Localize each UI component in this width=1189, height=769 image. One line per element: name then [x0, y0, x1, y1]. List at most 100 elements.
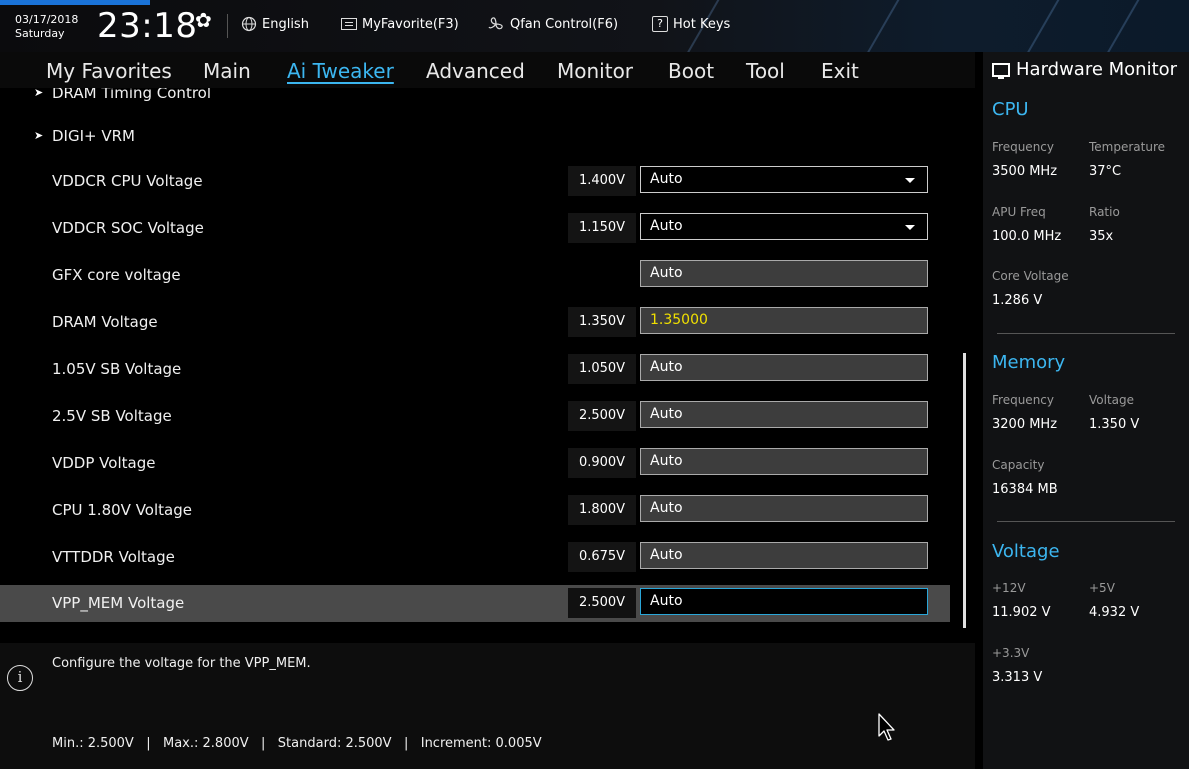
- sb-2-5v-input[interactable]: Auto: [640, 401, 928, 428]
- setting-label: VPP_MEM Voltage: [52, 594, 185, 612]
- core-voltage-label: Core Voltage: [992, 269, 1069, 283]
- vddcr-cpu-dropdown[interactable]: Auto: [640, 166, 928, 193]
- v5-label: +5V: [1089, 581, 1115, 595]
- tab-exit[interactable]: Exit: [821, 59, 859, 83]
- memory-voltage-value: 1.350 V: [1089, 417, 1140, 432]
- ratio-value: 35x: [1089, 229, 1114, 244]
- myfavorite-button[interactable]: MyFavorite(F3): [341, 15, 459, 33]
- toolbar-divider: [227, 14, 228, 38]
- section-divider: [997, 333, 1175, 334]
- cpu-frequency-value: 3500 MHz: [992, 164, 1058, 179]
- submenu-arrow-icon: ➤: [34, 88, 44, 99]
- globe-icon: [241, 16, 257, 32]
- vttddr-input[interactable]: Auto: [640, 542, 928, 569]
- decor-streak: [1100, 0, 1142, 52]
- gfx-core-input[interactable]: Auto: [640, 260, 928, 287]
- tab-boot[interactable]: Boot: [668, 59, 714, 83]
- question-icon: ?: [652, 16, 668, 32]
- hardware-monitor-title: Hardware Monitor: [992, 59, 1177, 80]
- setting-row-vpp-mem[interactable]: VPP_MEM Voltage 2.500V Auto: [0, 585, 950, 622]
- main-nav: My Favorites Main Ai Tweaker Advanced Mo…: [0, 52, 975, 88]
- tab-main[interactable]: Main: [203, 59, 251, 83]
- hardware-monitor-panel: Hardware Monitor CPU Frequency Temperatu…: [983, 52, 1189, 769]
- cpu-heading: CPU: [992, 99, 1029, 120]
- setting-row-vddp[interactable]: VDDP Voltage 0.900V Auto: [0, 445, 950, 482]
- submenu-dram-timing-control[interactable]: ➤ DRAM Timing Control: [0, 88, 950, 112]
- cpu-1-80v-input[interactable]: Auto: [640, 495, 928, 522]
- decor-streak: [1020, 0, 1062, 52]
- scrollbar[interactable]: [963, 353, 966, 628]
- weekday-text: Saturday: [15, 27, 65, 40]
- tab-ai-tweaker[interactable]: Ai Tweaker: [287, 59, 394, 83]
- memory-voltage-label: Voltage: [1089, 393, 1135, 407]
- qfan-control-button[interactable]: Qfan Control(F6): [487, 15, 618, 33]
- setting-label: VTTDDR Voltage: [52, 548, 175, 566]
- cpu-temperature-value: 37°C: [1089, 164, 1122, 179]
- sb-1-05v-input[interactable]: Auto: [640, 354, 928, 381]
- current-voltage: 1.150V: [568, 213, 636, 243]
- memory-capacity-label: Capacity: [992, 458, 1045, 472]
- voltage-specs: Min.: 2.500V | Max.: 2.800V | Standard: …: [52, 736, 542, 751]
- vddp-input[interactable]: Auto: [640, 448, 928, 475]
- setting-row-vddcr-cpu[interactable]: VDDCR CPU Voltage 1.400V Auto: [0, 163, 950, 200]
- submenu-digi-vrm[interactable]: ➤ DIGI+ VRM: [0, 118, 950, 155]
- v5-value: 4.932 V: [1089, 605, 1140, 620]
- setting-label: DIGI+ VRM: [52, 127, 135, 145]
- vpp-mem-input[interactable]: Auto: [640, 588, 928, 615]
- current-voltage: 0.675V: [568, 542, 636, 572]
- hotkeys-button[interactable]: ? Hot Keys: [652, 15, 730, 33]
- top-bar: 03/17/2018 Saturday 23:18 ✿ English MyFa…: [0, 0, 1189, 52]
- setting-label: DRAM Timing Control: [52, 88, 212, 102]
- setting-row-dram-voltage[interactable]: DRAM Voltage 1.350V 1.35000: [0, 304, 950, 341]
- date-block: 03/17/2018 Saturday: [15, 13, 78, 41]
- tab-advanced[interactable]: Advanced: [426, 59, 525, 83]
- list-icon: [341, 18, 357, 30]
- setting-row-gfx-core[interactable]: GFX core voltage Auto: [0, 257, 950, 294]
- ratio-label: Ratio: [1089, 205, 1120, 219]
- voltage-heading: Voltage: [992, 541, 1060, 562]
- setting-label: 1.05V SB Voltage: [52, 360, 182, 378]
- v33-label: +3.3V: [992, 646, 1030, 660]
- cpu-frequency-label: Frequency: [992, 140, 1054, 154]
- setting-label: VDDCR CPU Voltage: [52, 172, 203, 190]
- current-voltage: 1.400V: [568, 166, 636, 196]
- setting-label: VDDP Voltage: [52, 454, 156, 472]
- gear-icon[interactable]: ✿: [195, 8, 212, 32]
- current-voltage: 2.500V: [568, 401, 636, 431]
- vddcr-soc-dropdown[interactable]: Auto: [640, 213, 928, 240]
- core-voltage-value: 1.286 V: [992, 293, 1043, 308]
- accent-strip: [0, 0, 150, 5]
- v33-value: 3.313 V: [992, 670, 1043, 685]
- tab-my-favorites[interactable]: My Favorites: [46, 59, 172, 83]
- tab-tool[interactable]: Tool: [746, 59, 785, 83]
- decor-streak: [860, 0, 902, 52]
- setting-row-1-05v-sb[interactable]: 1.05V SB Voltage 1.050V Auto: [0, 351, 950, 388]
- setting-label: GFX core voltage: [52, 266, 181, 284]
- submenu-arrow-icon: ➤: [34, 129, 44, 142]
- setting-row-vttddr[interactable]: VTTDDR Voltage 0.675V Auto: [0, 539, 950, 576]
- memory-frequency-label: Frequency: [992, 393, 1054, 407]
- current-voltage: 1.350V: [568, 307, 636, 337]
- help-panel: i Configure the voltage for the VPP_MEM.…: [0, 643, 975, 769]
- apu-freq-value: 100.0 MHz: [992, 229, 1062, 244]
- setting-row-cpu-1-80v[interactable]: CPU 1.80V Voltage 1.800V Auto: [0, 492, 950, 529]
- v12-label: +12V: [992, 581, 1026, 595]
- section-divider: [997, 521, 1175, 522]
- info-icon: i: [7, 665, 33, 691]
- cpu-temperature-label: Temperature: [1089, 140, 1166, 154]
- language-label: English: [262, 16, 309, 32]
- qfan-label: Qfan Control(F6): [510, 16, 619, 32]
- mouse-cursor-icon: [878, 713, 895, 741]
- setting-label: VDDCR SOC Voltage: [52, 219, 204, 237]
- hardware-monitor-label: Hardware Monitor: [1016, 59, 1178, 80]
- setting-row-vddcr-soc[interactable]: VDDCR SOC Voltage 1.150V Auto: [0, 210, 950, 247]
- dram-voltage-input[interactable]: 1.35000: [640, 307, 928, 334]
- tab-monitor[interactable]: Monitor: [557, 59, 633, 83]
- current-voltage: 2.500V: [568, 588, 636, 618]
- myfavorite-label: MyFavorite(F3): [362, 16, 459, 32]
- setting-label: DRAM Voltage: [52, 313, 158, 331]
- language-button[interactable]: English: [241, 15, 309, 33]
- current-voltage: 1.800V: [568, 495, 636, 525]
- memory-frequency-value: 3200 MHz: [992, 417, 1058, 432]
- setting-row-2-5v-sb[interactable]: 2.5V SB Voltage 2.500V Auto: [0, 398, 950, 435]
